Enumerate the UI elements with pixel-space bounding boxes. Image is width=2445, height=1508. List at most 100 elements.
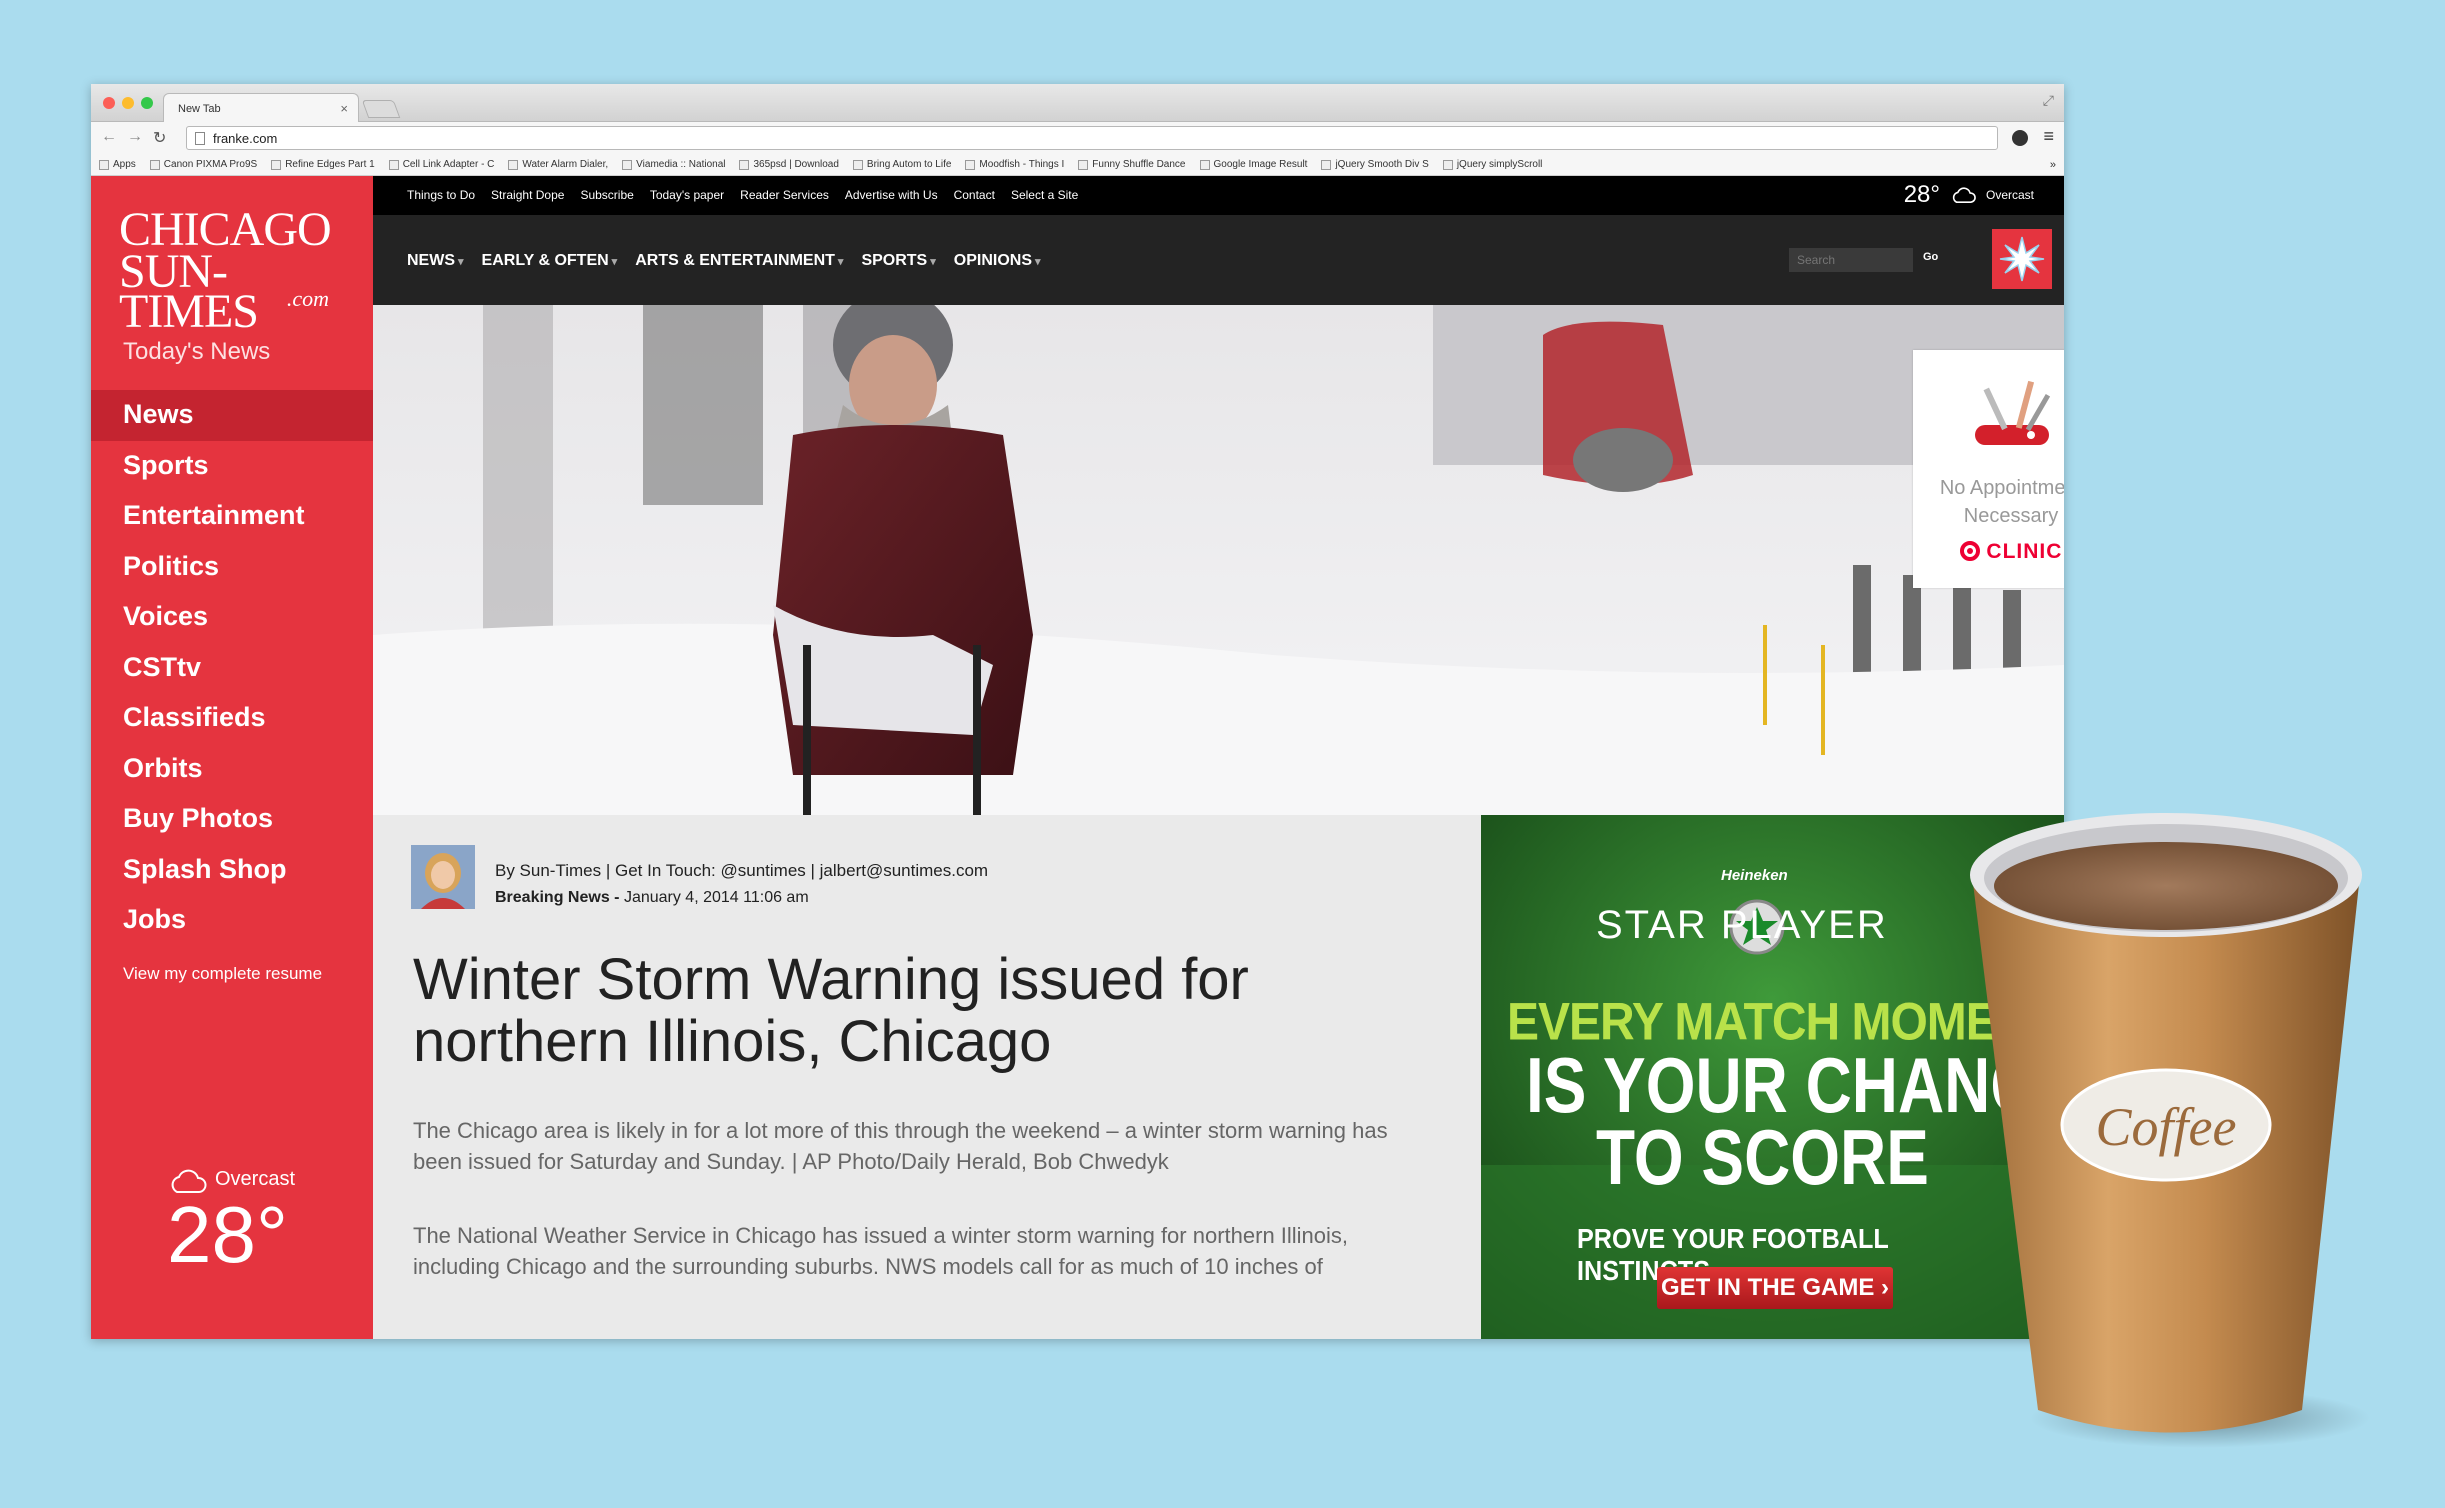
top-link[interactable]: Contact xyxy=(954,188,995,202)
chevron-down-icon: ▾ xyxy=(458,256,464,268)
top-link[interactable]: Subscribe xyxy=(580,188,633,202)
todays-news-label: Today's News xyxy=(123,338,271,365)
top-link[interactable]: Today's paper xyxy=(650,188,724,202)
weather-condition: Overcast xyxy=(215,1168,296,1190)
sidebar-item-buy-photos[interactable]: Buy Photos xyxy=(91,794,373,845)
new-tab-button[interactable] xyxy=(361,100,401,118)
top-link[interactable]: Reader Services xyxy=(740,188,829,202)
sidebar-item-politics[interactable]: Politics xyxy=(91,542,373,593)
top-links: Things to Do Straight Dope Subscribe Today'… xyxy=(407,188,1078,202)
sidebar-item-orbits[interactable]: Orbits xyxy=(91,744,373,795)
bookmark-item[interactable]: Cell Link Adapter - C xyxy=(388,159,494,170)
favicon-icon xyxy=(149,159,160,170)
top-weather: 28° Overcast xyxy=(1904,181,2034,209)
nav-item-opinions[interactable]: OPINIONS ▾ xyxy=(954,252,1041,270)
bookmark-item[interactable]: Canon PIXMA Pro9S xyxy=(149,159,257,170)
favicon-icon xyxy=(1321,159,1332,170)
sidebar-item-news[interactable]: News xyxy=(91,390,373,441)
weather-temp: 28° xyxy=(167,1190,288,1279)
bookmark-item[interactable]: jQuery Smooth Div S xyxy=(1321,159,1429,170)
favicon-icon xyxy=(965,159,976,170)
sidebar-item-jobs[interactable]: Jobs xyxy=(91,895,373,946)
clinic-ad[interactable]: x No Appointment Necessary CLINIC xyxy=(1913,350,2064,588)
chevron-down-icon: ▾ xyxy=(930,256,936,268)
nav-item-sports[interactable]: SPORTS ▾ xyxy=(861,252,935,270)
menu-icon[interactable]: ≡ xyxy=(2043,126,2054,147)
ad-brand: CLINIC xyxy=(1913,540,2064,564)
back-arrow-icon[interactable]: ← xyxy=(101,128,117,146)
ad-cta-button[interactable]: GET IN THE GAME › xyxy=(1657,1267,1893,1309)
photo-caption: The Chicago area is likely in for a lot … xyxy=(413,1118,1388,1174)
website: CHICAGO SUN-TIMES .com Today's News News… xyxy=(91,176,2064,1339)
address-bar[interactable]: franke.com xyxy=(186,126,1998,150)
main-nav: NEWS ▾ EARLY & OFTEN ▾ ARTS & ENTERTAINMENT ▾… xyxy=(373,215,2064,305)
bookmark-item[interactable]: Funny Shuffle Dance xyxy=(1078,159,1186,170)
bookmark-item[interactable]: jQuery simplyScroll xyxy=(1442,159,1542,170)
chicago-star-icon[interactable] xyxy=(1992,229,2052,289)
sidebar-weather: Overcast 28° xyxy=(167,1168,295,1275)
close-window-button[interactable] xyxy=(103,97,115,109)
favicon-icon xyxy=(271,159,282,170)
cloud-icon xyxy=(1952,187,1976,203)
ad-brand-name: Heineken xyxy=(1721,867,1788,884)
chevron-down-icon: ▾ xyxy=(837,256,844,268)
bookmark-item[interactable]: Refine Edges Part 1 xyxy=(271,159,375,170)
fullscreen-icon[interactable]: ⤢ xyxy=(2043,92,2054,109)
cup-label: Coffee xyxy=(2096,1097,2237,1157)
extension-icon[interactable] xyxy=(2012,130,2028,146)
article-date: January 4, 2014 11:06 am xyxy=(623,889,809,906)
sidebar-item-classifieds[interactable]: Classifieds xyxy=(91,693,373,744)
article: By Sun-Times | Get In Touch: @suntimes |… xyxy=(373,815,1481,1339)
top-link[interactable]: Straight Dope xyxy=(491,188,564,202)
chevron-down-icon: ▾ xyxy=(1035,256,1041,268)
search-go-button[interactable]: Go xyxy=(1923,251,1938,263)
bookmark-item[interactable]: Google Image Result xyxy=(1199,159,1307,170)
nav-item-early-often[interactable]: EARLY & OFTEN ▾ xyxy=(482,252,618,270)
sidebar-item-splash-shop[interactable]: Splash Shop xyxy=(91,845,373,896)
top-link[interactable]: Select a Site xyxy=(1011,188,1078,202)
maximize-window-button[interactable] xyxy=(141,97,153,109)
nav-item-arts-entertainment[interactable]: ARTS & ENTERTAINMENT ▾ xyxy=(635,252,843,270)
title-bar: New Tab × ⤢ xyxy=(91,84,2064,123)
author-avatar xyxy=(411,845,475,909)
sidebar-nav: News Sports Entertainment Politics Voices CST… xyxy=(91,390,373,946)
ad-star-player: STAR PLAYER xyxy=(1596,903,1888,947)
browser-tab[interactable]: New Tab × xyxy=(163,93,359,123)
bookmark-item[interactable]: Water Alarm Dialer, xyxy=(508,159,608,170)
minimize-window-button[interactable] xyxy=(122,97,134,109)
top-link[interactable]: Things to Do xyxy=(407,188,475,202)
reload-icon[interactable]: ↻ xyxy=(153,128,166,148)
favicon-icon xyxy=(1442,159,1453,170)
bookmark-item[interactable]: Viamedia :: National xyxy=(622,159,725,170)
apps-bookmark[interactable]: Apps xyxy=(99,159,136,170)
site-logo[interactable]: CHICAGO SUN-TIMES .com xyxy=(119,206,349,336)
sidebar-item-entertainment[interactable]: Entertainment xyxy=(91,491,373,542)
cloud-icon xyxy=(171,1169,207,1193)
tab-close-icon[interactable]: × xyxy=(340,101,348,116)
ad-line3: TO SCORE xyxy=(1596,1113,1929,1201)
nav-item-news[interactable]: NEWS ▾ xyxy=(407,252,464,270)
bookmark-item[interactable]: 365psd | Download xyxy=(739,159,839,170)
favicon-icon xyxy=(508,159,519,170)
favicon-icon xyxy=(852,159,863,170)
url-text: franke.com xyxy=(213,131,278,146)
article-body: The National Weather Service in Chicago … xyxy=(413,1223,1349,1279)
sidebar-item-voices[interactable]: Voices xyxy=(91,592,373,643)
window-controls xyxy=(103,97,153,109)
top-link[interactable]: Advertise with Us xyxy=(845,188,938,202)
top-utility-bar: Things to Do Straight Dope Subscribe Today'… xyxy=(373,176,2064,215)
article-headline: Winter Storm Warning issued for northern… xyxy=(413,947,1249,1074)
forward-arrow-icon[interactable]: → xyxy=(127,128,143,146)
article-category[interactable]: Breaking News - xyxy=(495,889,619,906)
ad-line2: Necessary xyxy=(1963,505,2059,527)
resume-link[interactable]: View my complete resume xyxy=(123,964,322,984)
favicon-icon xyxy=(1078,159,1089,170)
bookmark-item[interactable]: Bring Autom to Life xyxy=(852,159,951,170)
search-input[interactable] xyxy=(1789,248,1913,272)
bookmark-item[interactable]: Moodfish - Things I xyxy=(965,159,1064,170)
article-dateline: Breaking News - January 4, 2014 11:06 am xyxy=(495,889,809,907)
sidebar-item-sports[interactable]: Sports xyxy=(91,441,373,492)
bookmarks-more-icon[interactable]: » xyxy=(2050,159,2056,171)
sidebar-item-csttv[interactable]: CSTtv xyxy=(91,643,373,694)
favicon-icon xyxy=(739,159,750,170)
